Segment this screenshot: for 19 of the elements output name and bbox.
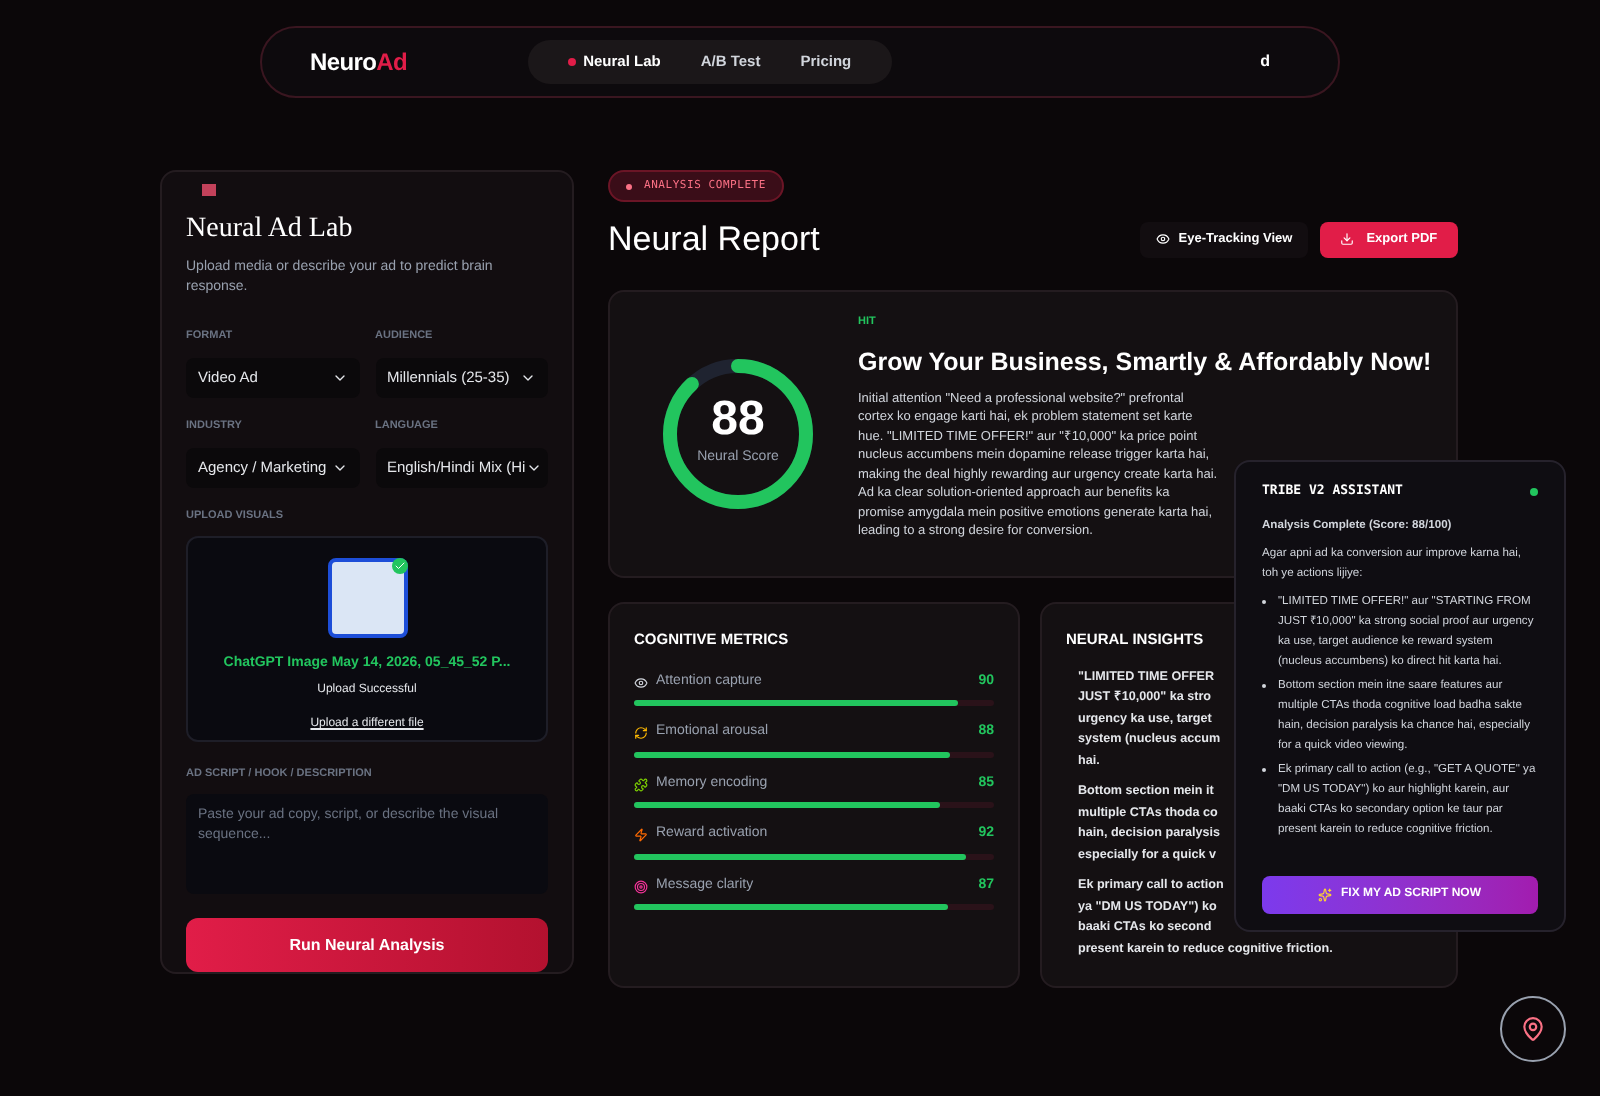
ad-headline: Grow Your Business, Smartly & Affordably Now! xyxy=(858,345,1432,380)
brand-logo[interactable]: NeuroAd xyxy=(310,44,408,80)
download-icon xyxy=(1340,232,1355,247)
eye-icon xyxy=(1156,232,1171,247)
lightning-icon xyxy=(634,828,648,842)
user-initial[interactable]: d xyxy=(1260,50,1270,74)
puzzle-icon xyxy=(634,777,648,791)
map-pin-icon xyxy=(1520,1016,1546,1042)
report-title: Neural Report xyxy=(608,218,820,262)
target-icon xyxy=(634,879,648,893)
run-analysis-button[interactable]: Run Neural Analysis xyxy=(186,918,548,972)
location-pin-button[interactable] xyxy=(1500,996,1566,1062)
sparkle-icon xyxy=(1318,888,1333,902)
check-icon xyxy=(391,558,407,575)
swirl-icon xyxy=(634,726,648,740)
eye-icon xyxy=(634,675,648,689)
flag-icon xyxy=(202,184,216,196)
score-value: 88 xyxy=(711,396,765,445)
panel-title: Neural Ad Lab xyxy=(186,211,355,248)
